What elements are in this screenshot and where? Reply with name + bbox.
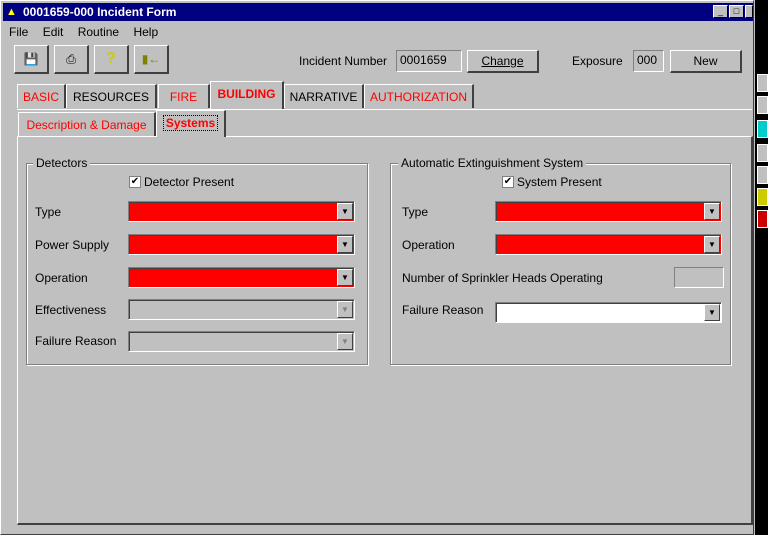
- chevron-down-icon: ▼: [704, 304, 720, 321]
- power-supply-label: Power Supply: [35, 238, 110, 252]
- side-toolbar-icon[interactable]: [757, 210, 768, 228]
- print-button[interactable]: ⎙: [54, 45, 89, 74]
- help-icon: ?: [106, 50, 116, 67]
- help-button[interactable]: ?: [94, 45, 129, 74]
- subtab-description-damage[interactable]: Description & Damage: [18, 112, 156, 136]
- exposure-field[interactable]: 000: [633, 50, 664, 72]
- change-button-label: Change: [481, 54, 524, 68]
- detectors-title: Detectors: [33, 156, 91, 170]
- system-type-label: Type: [402, 205, 429, 219]
- save-button[interactable]: 💾: [14, 45, 49, 74]
- system-present-label: System Present: [517, 175, 602, 189]
- detector-operation-select[interactable]: ▼: [128, 267, 355, 288]
- minimize-button[interactable]: _: [713, 5, 728, 18]
- sprinkler-heads-label: Number of Sprinkler Heads Operating: [402, 271, 603, 285]
- tab-divider: [17, 109, 752, 110]
- detector-type-select[interactable]: ▼: [128, 201, 355, 222]
- menu-file[interactable]: File: [9, 25, 28, 39]
- sprinkler-heads-field[interactable]: [674, 267, 724, 288]
- chevron-down-icon: ▼: [337, 236, 353, 253]
- detector-operation-label: Operation: [35, 271, 88, 285]
- menu-routine[interactable]: Routine: [78, 25, 119, 39]
- menu-bar: File Edit Routine Help: [9, 25, 169, 39]
- menu-help[interactable]: Help: [133, 25, 158, 39]
- exit-door-icon: ▮←: [141, 52, 161, 66]
- title-bar: ▲ 0001659-000 Incident Form: [3, 3, 753, 21]
- app-icon: ▲: [6, 6, 17, 18]
- menu-edit[interactable]: Edit: [43, 25, 64, 39]
- chevron-down-icon: ▼: [704, 236, 720, 253]
- change-button[interactable]: Change: [467, 50, 539, 73]
- chevron-down-icon: ▼: [337, 333, 353, 350]
- close-button[interactable]: [745, 5, 753, 18]
- chevron-down-icon: ▼: [337, 301, 353, 318]
- side-toolbar-icon[interactable]: [757, 96, 768, 114]
- power-supply-select[interactable]: ▼: [128, 234, 355, 255]
- side-toolbar-icon[interactable]: [757, 120, 768, 138]
- system-failure-reason-select[interactable]: ▼: [495, 302, 722, 323]
- detector-failure-reason-label: Failure Reason: [35, 334, 117, 348]
- subtab-systems[interactable]: Systems: [156, 110, 226, 137]
- maximize-button[interactable]: □: [729, 5, 744, 18]
- incident-number-field[interactable]: 0001659: [396, 50, 462, 72]
- side-toolbar-icon[interactable]: [757, 188, 768, 206]
- tab-resources[interactable]: RESOURCES: [66, 84, 157, 108]
- side-toolbar-icon[interactable]: [757, 144, 768, 162]
- new-button[interactable]: New: [670, 50, 742, 73]
- incident-form-window: ▲ 0001659-000 Incident Form _ □ File Edi…: [0, 0, 754, 535]
- save-icon: 💾: [23, 52, 39, 66]
- detector-failure-reason-select[interactable]: ▼: [128, 331, 355, 352]
- side-toolbar-icon[interactable]: [757, 166, 768, 184]
- detector-type-label: Type: [35, 205, 62, 219]
- tab-fire[interactable]: FIRE: [158, 84, 210, 108]
- chevron-down-icon: ▼: [337, 203, 353, 220]
- tab-building[interactable]: BUILDING: [210, 81, 284, 109]
- detector-present-checkbox[interactable]: ✔: [129, 176, 141, 188]
- system-failure-reason-label: Failure Reason: [402, 303, 484, 317]
- extinguishment-group: [390, 163, 731, 365]
- incident-number-label: Incident Number: [299, 54, 388, 68]
- effectiveness-label: Effectiveness: [35, 303, 107, 317]
- tab-basic[interactable]: BASIC: [17, 84, 66, 108]
- print-icon: ⎙: [66, 52, 76, 66]
- chevron-down-icon: ▼: [337, 269, 353, 286]
- window-title: 0001659-000 Incident Form: [23, 5, 177, 19]
- system-operation-label: Operation: [402, 238, 455, 252]
- system-present-checkbox[interactable]: ✔: [502, 176, 514, 188]
- tab-narrative[interactable]: NARRATIVE: [284, 84, 364, 108]
- system-operation-select[interactable]: ▼: [495, 234, 722, 255]
- subtab-systems-label: Systems: [162, 115, 219, 131]
- effectiveness-select[interactable]: ▼: [128, 299, 355, 320]
- extinguishment-title: Automatic Extinguishment System: [398, 156, 587, 170]
- detector-present-label: Detector Present: [144, 175, 235, 189]
- exit-button[interactable]: ▮←: [134, 45, 169, 74]
- system-type-select[interactable]: ▼: [495, 201, 722, 222]
- side-toolbar-icon[interactable]: [757, 74, 768, 92]
- chevron-down-icon: ▼: [704, 203, 720, 220]
- exposure-label: Exposure: [572, 54, 623, 68]
- tab-authorization[interactable]: AUTHORIZATION: [364, 84, 474, 108]
